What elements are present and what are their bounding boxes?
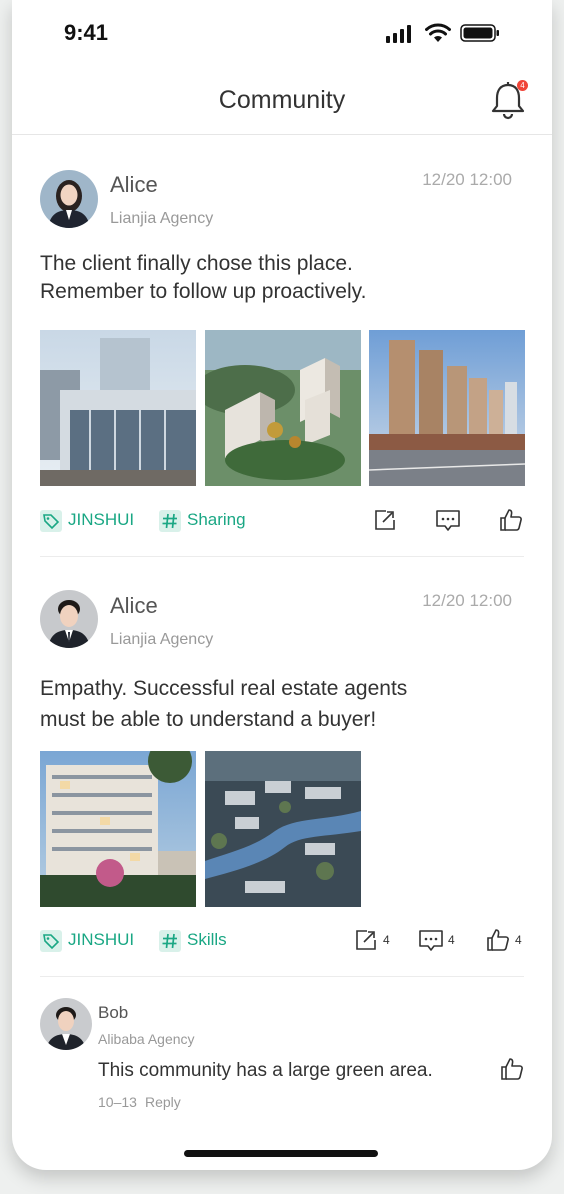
notification-badge: 4 — [517, 80, 528, 91]
tag-chip[interactable]: JINSHUI — [40, 928, 134, 952]
post-text: Empathy. Successful real estate agents m… — [40, 673, 520, 735]
nav-bar: Community — [12, 66, 552, 135]
page-title: Community — [218, 86, 346, 114]
avatar[interactable] — [40, 590, 98, 648]
like-button[interactable]: 4 — [485, 927, 527, 953]
like-count: 4 — [515, 933, 522, 947]
avatar[interactable] — [40, 170, 98, 228]
author-agency: Lianjia Agency — [110, 631, 214, 648]
comment-button[interactable]: 4 — [418, 927, 460, 953]
comment-icon — [436, 510, 460, 531]
share-count: 4 — [383, 933, 390, 947]
post-date: 12/20 12:00 — [422, 591, 512, 610]
author-name[interactable]: Alice — [110, 593, 158, 619]
post-image[interactable] — [40, 751, 196, 907]
post-text-line: The client finally chose this place. — [40, 252, 353, 275]
share-button[interactable]: 4 — [353, 927, 395, 953]
tag-chip[interactable]: Sharing — [159, 508, 246, 532]
status-bar: 9:41 — [12, 0, 552, 66]
comment-date: 10–13 — [98, 1094, 137, 1110]
post-date: 12/20 12:00 — [422, 170, 512, 189]
post-image[interactable] — [40, 330, 196, 486]
tag-label: JINSHUI — [68, 510, 135, 529]
tag-chip[interactable]: JINSHUI — [40, 508, 134, 532]
comment-button[interactable] — [435, 507, 465, 533]
comment-count: 4 — [448, 933, 455, 947]
status-time: 9:41 — [64, 20, 109, 45]
tag-icon — [40, 929, 62, 952]
author-agency: Lianjia Agency — [110, 210, 214, 227]
wifi-icon — [425, 23, 451, 42]
comment-text: This community has a large green area. — [98, 1060, 433, 1081]
author-name[interactable]: Alice — [110, 172, 158, 198]
like-icon — [501, 1058, 523, 1080]
like-button[interactable] — [498, 507, 528, 533]
hashtag-icon — [159, 509, 181, 532]
hashtag-icon — [159, 929, 181, 952]
like-icon — [487, 929, 509, 951]
tag-icon — [40, 509, 62, 532]
tag-label: JINSHUI — [68, 930, 135, 949]
like-button[interactable] — [499, 1056, 529, 1082]
share-icon — [356, 930, 376, 950]
post-image[interactable] — [205, 751, 361, 907]
tag-label: Sharing — [187, 510, 246, 529]
like-icon — [500, 509, 522, 531]
post-card: Alice Lianjia Agency 12/20 12:00 The cli… — [12, 134, 552, 554]
home-indicator[interactable] — [184, 1150, 378, 1157]
tag-chip[interactable]: Skills — [159, 928, 227, 952]
comment-item: Bob Alibaba Agency This community has a … — [12, 976, 552, 1136]
comment-agency: Alibaba Agency — [98, 1031, 195, 1047]
avatar[interactable] — [40, 998, 92, 1050]
tag-label: Skills — [187, 930, 227, 949]
share-icon — [375, 510, 395, 530]
post-image[interactable] — [205, 330, 361, 486]
comment-icon — [419, 930, 443, 951]
battery-icon — [460, 24, 499, 42]
post-text-line: must be able to understand a buyer! — [40, 708, 377, 731]
post-card: Alice Lianjia Agency 12/20 12:00 Empathy… — [12, 556, 552, 976]
share-button[interactable] — [372, 507, 402, 533]
post-text-line: Empathy. Successful real estate agents — [40, 677, 408, 700]
comment-author[interactable]: Bob — [98, 1003, 128, 1023]
post-text: The client finally chose this place. Rem… — [40, 250, 520, 306]
post-text-line: Remember to follow up proactively. — [40, 280, 367, 303]
signal-icon — [386, 25, 411, 43]
post-image[interactable] — [369, 330, 525, 486]
reply-button[interactable]: Reply — [145, 1094, 181, 1110]
phone-screen: 9:41 Community 4 Alice Lianjia Agency 12… — [12, 0, 552, 1170]
